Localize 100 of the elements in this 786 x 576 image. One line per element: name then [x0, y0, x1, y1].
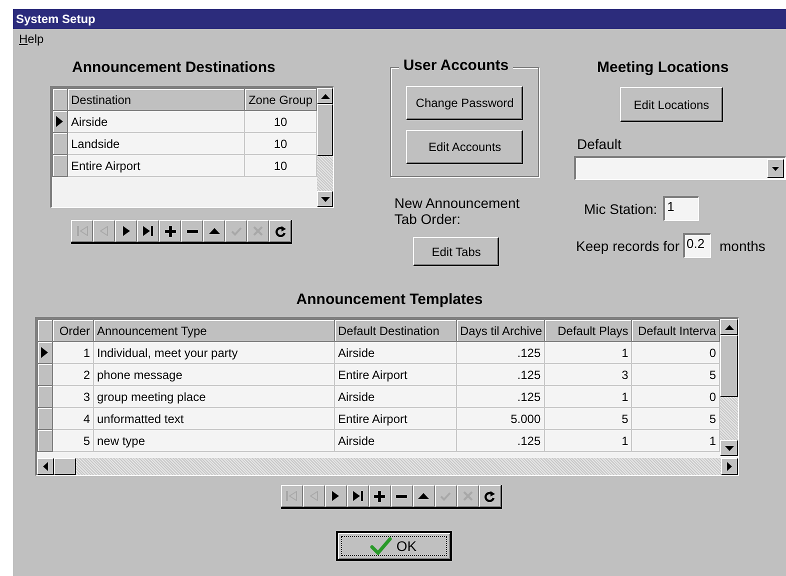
navigator-button[interactable]: [324, 485, 346, 507]
table-cell: 5: [52, 430, 94, 452]
row-indicator[interactable]: [38, 342, 52, 364]
cross-icon: [253, 226, 263, 236]
navigator-button[interactable]: [390, 485, 412, 507]
column-header[interactable]: Default Destination: [334, 320, 456, 342]
menu-item[interactable]: Help: [17, 32, 46, 46]
table-cell: 2: [52, 364, 94, 386]
scrollbar-thumb[interactable]: [317, 104, 333, 156]
navigator-button[interactable]: [137, 220, 159, 242]
column-header[interactable]: Default Plays: [544, 320, 632, 342]
table-cell: 5: [544, 408, 632, 430]
navigator-button[interactable]: [346, 485, 368, 507]
label: Default: [577, 136, 622, 152]
label: New Announcement Tab Order:: [394, 195, 521, 227]
label: Keep records for: [576, 238, 680, 254]
scroll-up-button[interactable]: [720, 319, 738, 335]
column-header[interactable]: Days til Archive: [456, 320, 544, 342]
button[interactable]: Edit Accounts: [406, 130, 524, 164]
table-cell: 4: [52, 408, 94, 430]
refresh-icon: [484, 490, 495, 502]
first-record-icon: [286, 491, 297, 501]
column-header[interactable]: Default Interva: [632, 320, 720, 342]
table-cell: 3: [544, 364, 632, 386]
column-header[interactable]: Zone Group: [244, 88, 316, 110]
dropdown-arrow-icon: [772, 166, 779, 170]
table-cell: 1: [52, 342, 94, 364]
table-cell: Airside: [334, 430, 456, 452]
section-heading: Announcement Templates: [296, 291, 483, 308]
column-header[interactable]: Announcement Type: [94, 320, 334, 342]
navigator-button[interactable]: [368, 485, 390, 507]
up-triangle-icon: [418, 493, 429, 499]
checkmark-icon: [440, 492, 451, 500]
table-cell: 1: [544, 430, 632, 452]
scroll-right-arrow-icon: [727, 462, 732, 471]
label: Mic Station:: [584, 200, 658, 216]
scrollbar-thumb[interactable]: [54, 458, 76, 475]
navigator-button[interactable]: [269, 220, 291, 242]
table-cell: 0: [632, 342, 720, 364]
table-cell: 1: [544, 386, 632, 408]
button[interactable]: Edit Locations: [620, 87, 723, 122]
button[interactable]: Edit Tabs: [413, 237, 500, 266]
input-field[interactable]: 0.2: [682, 233, 710, 258]
plus-icon: [374, 490, 385, 502]
minus-icon: [396, 494, 407, 498]
table-cell: .125: [456, 430, 544, 452]
navigator-button[interactable]: [181, 220, 203, 242]
scroll-right-button[interactable]: [721, 458, 738, 475]
table-cell: 3: [52, 386, 94, 408]
row-indicator-header: [52, 88, 68, 110]
table-cell: .125: [456, 364, 544, 386]
window-title: System Setup: [16, 12, 96, 26]
table-cell: .125: [456, 342, 544, 364]
table-cell: Entire Airport: [334, 408, 456, 430]
next-record-icon: [122, 226, 130, 236]
scroll-down-button[interactable]: [317, 191, 333, 207]
input-field[interactable]: 1: [663, 196, 700, 221]
navigator-button[interactable]: [412, 485, 434, 507]
navigator-button[interactable]: [478, 485, 500, 507]
table-cell: 10: [244, 110, 316, 132]
scroll-down-button[interactable]: [720, 440, 738, 456]
table-cell: new type: [94, 430, 334, 452]
up-triangle-icon: [208, 228, 220, 234]
ok-button[interactable]: OK: [336, 531, 452, 561]
table-cell: phone message: [94, 364, 334, 386]
scroll-up-button[interactable]: [317, 88, 333, 104]
last-record-icon: [352, 491, 362, 501]
column-header[interactable]: Order: [52, 320, 94, 342]
dropdown[interactable]: [574, 156, 786, 180]
table-cell: Landside: [68, 132, 244, 154]
table-cell: Airside: [68, 110, 244, 132]
scroll-left-button[interactable]: [37, 458, 54, 475]
next-record-icon: [332, 491, 339, 501]
table-cell: Airside: [334, 342, 456, 364]
scroll-left-arrow-icon: [43, 462, 48, 471]
row-indicator-header: [38, 320, 52, 342]
table-cell: group meeting place: [94, 386, 334, 408]
minus-icon: [186, 230, 198, 232]
table-cell: 10: [244, 132, 316, 154]
checkmark-icon: [370, 537, 392, 555]
previous-record-icon: [100, 226, 108, 236]
navigator-button[interactable]: [159, 220, 181, 242]
scroll-down-arrow-icon: [320, 196, 330, 202]
last-record-icon: [143, 226, 153, 236]
navigator-button[interactable]: [203, 220, 225, 242]
table-cell: 5: [632, 408, 720, 430]
column-header[interactable]: Destination: [68, 88, 244, 110]
table-cell: .125: [456, 386, 544, 408]
scroll-up-arrow-icon: [724, 324, 734, 330]
table-cell: 5: [632, 364, 720, 386]
scrollbar-thumb[interactable]: [720, 335, 738, 397]
navigator-button[interactable]: [115, 220, 137, 242]
table-cell: Airside: [334, 386, 456, 408]
section-heading: Meeting Locations: [597, 59, 729, 76]
table-cell: 1: [544, 342, 632, 364]
button[interactable]: Change Password: [406, 86, 524, 120]
current-row-arrow-icon: [41, 347, 48, 358]
table-cell: Entire Airport: [334, 364, 456, 386]
checkmark-icon: [230, 226, 242, 236]
row-indicator[interactable]: [52, 110, 68, 132]
